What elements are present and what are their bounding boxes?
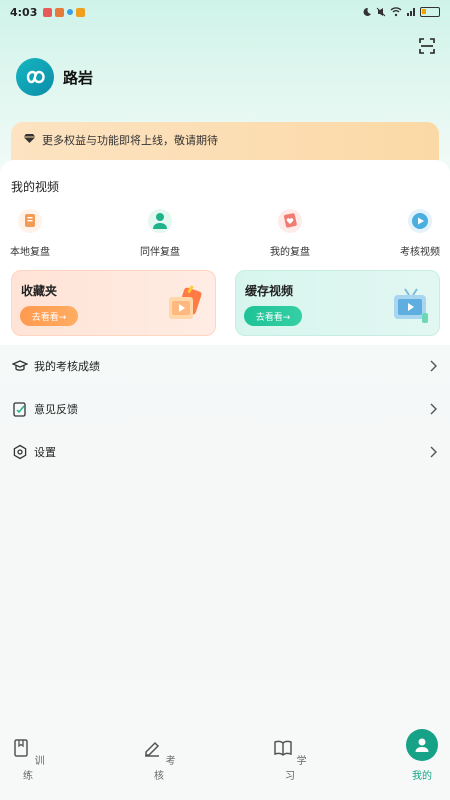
tab-label: 训练: [23, 756, 45, 782]
graduation-cap-icon: [12, 359, 28, 371]
status-icons: [362, 7, 440, 17]
infinity-logo-icon: [26, 70, 45, 84]
open-book-icon: [274, 740, 293, 757]
chevron-right-icon: [430, 446, 437, 457]
menu-item-settings[interactable]: 设置: [0, 430, 450, 473]
menu-item-label: 意见反馈: [34, 402, 78, 416]
tab-mine[interactable]: 我的: [402, 729, 442, 782]
moon-icon: [363, 7, 371, 16]
chevron-right-icon: [430, 403, 437, 414]
menu-list: 我的考核成绩 意见反馈 设置: [0, 344, 450, 473]
menu-item-exam-scores[interactable]: 我的考核成绩: [0, 344, 450, 387]
heart-icon: [278, 209, 302, 233]
bottom-tab-bar: 训练 考核 学习 我的: [0, 718, 450, 800]
mute-icon: [376, 7, 386, 17]
tab-label: 学习: [285, 756, 307, 782]
notification-icon: [76, 7, 86, 17]
quick-item-local-review[interactable]: 本地复盘: [10, 208, 50, 258]
notification-icon: [67, 9, 74, 15]
signal-icon: [407, 8, 415, 16]
profile-header[interactable]: 路岩: [16, 58, 93, 96]
menu-item-label: 设置: [34, 445, 56, 459]
avatar[interactable]: [16, 58, 54, 96]
book-icon: [14, 739, 29, 757]
status-bar: 4:03: [0, 0, 450, 24]
person-icon: [148, 209, 172, 233]
play-icon: [408, 209, 432, 233]
chevron-right-icon: [430, 360, 437, 371]
username: 路岩: [63, 68, 94, 87]
menu-item-label: 我的考核成绩: [34, 359, 100, 373]
section-title: 我的视频: [11, 180, 60, 194]
wifi-icon: [390, 7, 402, 17]
tab-training[interactable]: 训练: [8, 738, 48, 782]
quick-item-exam-video[interactable]: 考核视频: [400, 208, 440, 258]
scan-icon[interactable]: [418, 37, 436, 55]
tab-study[interactable]: 学习: [270, 738, 310, 782]
favorites-tile[interactable]: 收藏夹 去看看→: [11, 270, 216, 336]
cached-videos-tile[interactable]: 缓存视频 去看看→: [235, 270, 440, 336]
quick-item-peer-review[interactable]: 同伴复盘: [140, 208, 180, 258]
favorites-view-button[interactable]: 去看看→: [20, 306, 78, 326]
menu-item-feedback[interactable]: 意见反馈: [0, 387, 450, 430]
cached-view-button[interactable]: 去看看→: [244, 306, 302, 326]
my-videos-card: 我的视频 本地复盘 同伴复盘 我的复盘 考核视频 收藏夹 去看看→ 缓存视频 去…: [0, 160, 450, 345]
diamond-icon: [23, 134, 36, 143]
battery-icon: [420, 7, 440, 17]
notification-icon: [43, 7, 53, 17]
quick-item-my-review[interactable]: 我的复盘: [270, 208, 310, 258]
document-icon: [18, 209, 42, 233]
tab-label: 考核: [154, 756, 176, 782]
pencil-icon: [145, 741, 160, 757]
person-icon: [406, 729, 438, 761]
notice-text: 更多权益与功能即将上线，敬请期待: [42, 134, 218, 147]
status-time: 4:03: [10, 5, 38, 19]
quick-item-label: 我的复盘: [270, 247, 310, 258]
notification-icon: [55, 7, 65, 17]
tab-label: 我的: [412, 771, 432, 782]
feedback-icon: [13, 401, 26, 417]
quick-item-label: 同伴复盘: [140, 247, 180, 258]
tv-video-icon: [394, 288, 428, 323]
gear-icon: [13, 444, 27, 459]
quick-item-label: 考核视频: [400, 247, 440, 258]
quick-item-label: 本地复盘: [10, 247, 50, 258]
tab-exam[interactable]: 考核: [139, 738, 179, 782]
folder-video-icon: [169, 285, 202, 319]
quick-actions: 本地复盘 同伴复盘 我的复盘 考核视频: [0, 208, 450, 258]
